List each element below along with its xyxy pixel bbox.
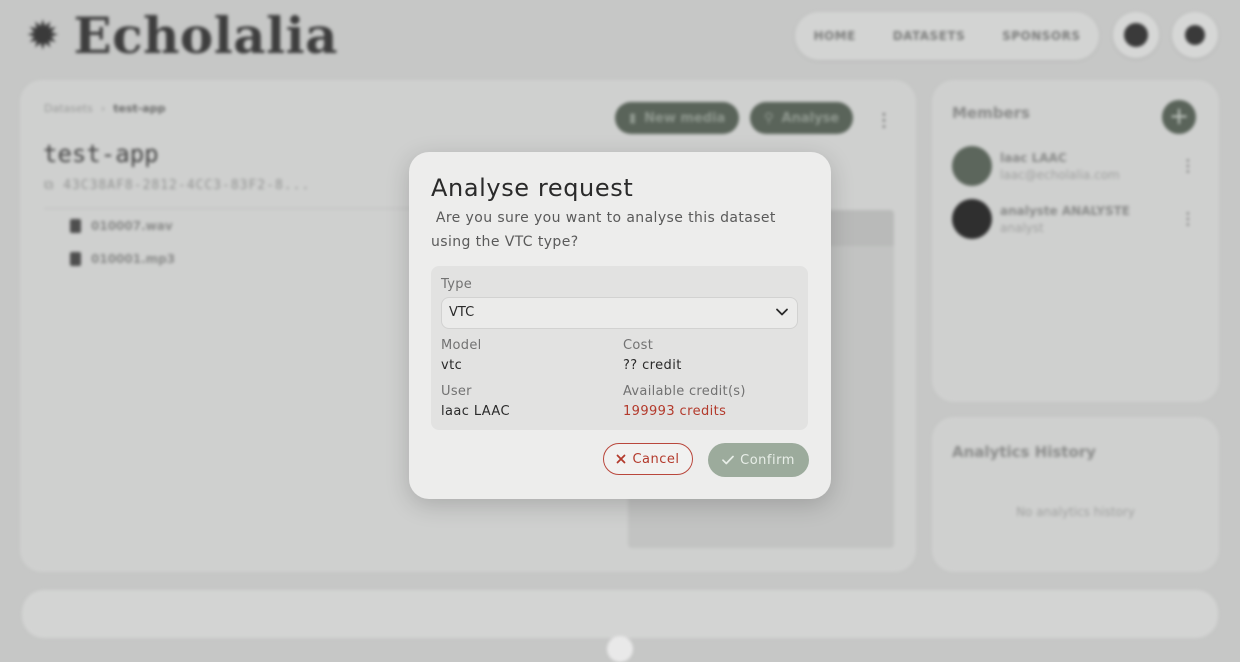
analyse-button[interactable]: ⚲ Analyse	[750, 102, 854, 134]
footer-logo-icon	[607, 636, 633, 662]
member-role: analyst	[1000, 220, 1044, 235]
analyse-request-dialog: Analyse request Are you sure you want to…	[409, 152, 831, 499]
avatar	[952, 146, 992, 186]
copy-icon[interactable]: ⧉	[44, 178, 54, 193]
dataset-more-menu-icon[interactable]: ⋮	[875, 110, 893, 131]
audio-file-icon	[70, 219, 81, 233]
member-item: laac LAAC laac@echolalia.com	[952, 146, 1120, 186]
available-credits-value: 199993 credits	[623, 404, 727, 419]
footer-bar	[22, 590, 1218, 638]
dialog-title: Analyse request	[431, 174, 634, 202]
new-media-label: New media	[644, 110, 726, 126]
echolalia-sun-icon: ✹	[26, 12, 60, 59]
type-label: Type	[441, 277, 473, 292]
nav-datasets[interactable]: DATASETS	[893, 29, 966, 43]
analysis-details-box: Type VTC Model vtc Cost ?? credit User l…	[431, 266, 808, 430]
analytics-history-title: Analytics History	[952, 443, 1096, 461]
analytics-history-empty: No analytics history	[1016, 505, 1135, 519]
model-value: vtc	[441, 358, 463, 373]
app-logo[interactable]: ✹ Echolalia	[26, 6, 338, 65]
dataset-id-text: 43C38AF8-2812-4CC3-83F2-8...	[63, 178, 311, 193]
app-logo-text: Echolalia	[73, 6, 339, 65]
member-more-icon[interactable]: ⋮	[1180, 209, 1196, 228]
file-item[interactable]: 010007.wav	[70, 219, 173, 233]
breadcrumb: Datasets › test-app	[44, 102, 165, 115]
confirm-button[interactable]: Confirm	[708, 443, 809, 477]
check-icon	[722, 455, 734, 465]
user-label: User	[441, 384, 472, 399]
nav-sponsors[interactable]: SPONSORS	[1002, 29, 1080, 43]
breadcrumb-separator: ›	[100, 102, 106, 115]
avatar	[952, 199, 992, 239]
breadcrumb-current: test-app	[113, 102, 166, 115]
search-icon: ⚲	[764, 110, 774, 126]
members-title: Members	[952, 104, 1030, 122]
file-name: 010001.mp3	[91, 252, 176, 266]
dataset-id: ⧉ 43C38AF8-2812-4CC3-83F2-8...	[44, 178, 310, 193]
model-label: Model	[441, 338, 482, 353]
theme-toggle-button[interactable]	[1113, 12, 1159, 58]
analyse-label: Analyse	[781, 110, 840, 126]
add-member-button[interactable]: +	[1162, 100, 1196, 134]
breadcrumb-datasets[interactable]: Datasets	[44, 102, 93, 115]
type-select-value: VTC	[449, 305, 475, 320]
contrast-icon	[1124, 23, 1148, 47]
file-icon: ▮	[629, 110, 637, 126]
member-name: laac LAAC	[1000, 150, 1067, 165]
new-media-button[interactable]: ▮ New media	[615, 102, 740, 134]
member-email: laac@echolalia.com	[1000, 167, 1120, 182]
type-select[interactable]: VTC	[441, 297, 798, 329]
cancel-button[interactable]: Cancel	[603, 443, 693, 475]
cost-value: ?? credit	[623, 358, 682, 373]
nav-home[interactable]: HOME	[813, 29, 855, 43]
user-menu-button[interactable]	[1172, 12, 1218, 58]
member-item: analyste ANALYSTE analyst	[952, 199, 1130, 239]
file-name: 010007.wav	[91, 219, 173, 233]
dialog-message: Are you sure you want to analyse this da…	[431, 210, 781, 250]
cancel-label: Cancel	[632, 451, 680, 467]
chevron-down-icon	[776, 308, 788, 316]
user-value: laac LAAC	[441, 404, 510, 419]
available-credits-label: Available credit(s)	[623, 384, 746, 399]
member-name: analyste ANALYSTE	[1000, 203, 1130, 218]
member-more-icon[interactable]: ⋮	[1180, 156, 1196, 175]
file-item[interactable]: 010001.mp3	[70, 252, 175, 266]
close-icon	[617, 454, 626, 464]
members-card: Members + laac LAAC laac@echolalia.com ⋮…	[932, 80, 1219, 402]
cost-label: Cost	[623, 338, 654, 353]
audio-file-icon	[70, 252, 81, 266]
confirm-label: Confirm	[740, 452, 795, 468]
dataset-title: test-app	[43, 140, 159, 168]
analytics-history-card: Analytics History No analytics history	[932, 417, 1219, 572]
user-icon	[1185, 25, 1205, 45]
top-navigation: HOME DATASETS SPONSORS	[795, 12, 1099, 60]
